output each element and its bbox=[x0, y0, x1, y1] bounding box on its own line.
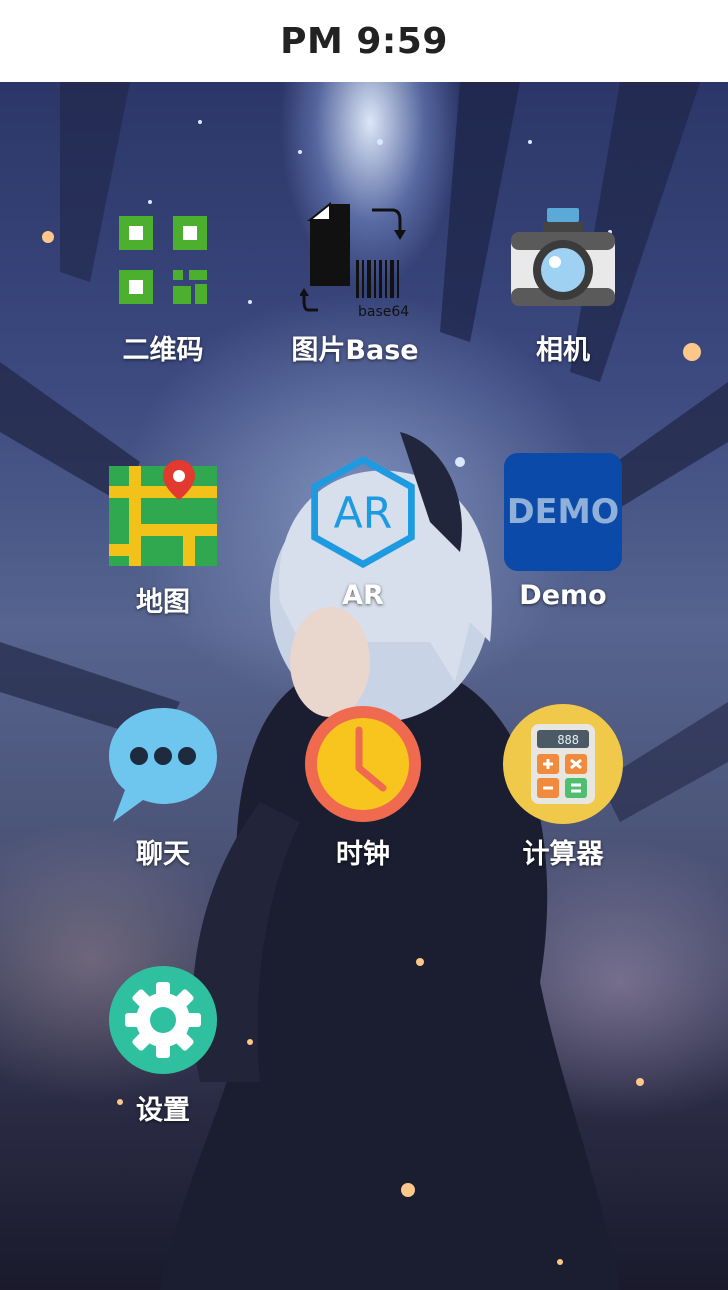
app-label: 计算器 bbox=[522, 839, 604, 870]
svg-text:DEMO: DEMO bbox=[507, 492, 619, 531]
app-settings[interactable]: 设置 bbox=[73, 960, 253, 1127]
qr-code-icon bbox=[103, 200, 223, 320]
app-camera[interactable]: 相机 bbox=[473, 200, 653, 367]
app-label: 聊天 bbox=[136, 839, 190, 870]
status-bar: PM 9:59 bbox=[0, 0, 728, 82]
demo-icon: DEMO bbox=[503, 452, 623, 572]
clock-icon bbox=[303, 704, 423, 824]
app-ar[interactable]: AR AR bbox=[273, 452, 453, 611]
calculator-icon: 888 bbox=[503, 704, 623, 824]
app-label: 相机 bbox=[536, 335, 590, 366]
svg-text:AR: AR bbox=[334, 488, 393, 538]
app-qr-code[interactable]: 二维码 bbox=[73, 200, 253, 367]
app-label: 设置 bbox=[136, 1095, 190, 1126]
app-grid: 二维码 base64 图片Base 相机 地图 AR AR DEMO Demo … bbox=[0, 82, 728, 1290]
status-time: PM 9:59 bbox=[280, 20, 448, 62]
svg-text:base64: base64 bbox=[358, 304, 409, 320]
svg-text:888: 888 bbox=[557, 733, 579, 747]
app-calculator[interactable]: 888 计算器 bbox=[473, 704, 653, 871]
app-label: 地图 bbox=[136, 587, 190, 618]
app-label: 图片Base bbox=[291, 335, 419, 366]
app-label: 二维码 bbox=[122, 335, 204, 366]
app-demo[interactable]: DEMO Demo bbox=[473, 452, 653, 611]
app-clock[interactable]: 时钟 bbox=[273, 704, 453, 871]
app-label: Demo bbox=[519, 580, 607, 611]
app-chat[interactable]: 聊天 bbox=[73, 704, 253, 871]
image-base64-icon: base64 bbox=[295, 200, 415, 320]
app-label: AR bbox=[342, 580, 384, 611]
app-label: 时钟 bbox=[336, 839, 390, 870]
ar-icon: AR bbox=[303, 452, 423, 572]
chat-icon bbox=[103, 704, 223, 824]
settings-icon bbox=[103, 960, 223, 1080]
map-icon bbox=[103, 452, 223, 572]
app-map[interactable]: 地图 bbox=[73, 452, 253, 619]
app-image-base64[interactable]: base64 图片Base bbox=[265, 200, 445, 367]
camera-icon bbox=[503, 200, 623, 320]
